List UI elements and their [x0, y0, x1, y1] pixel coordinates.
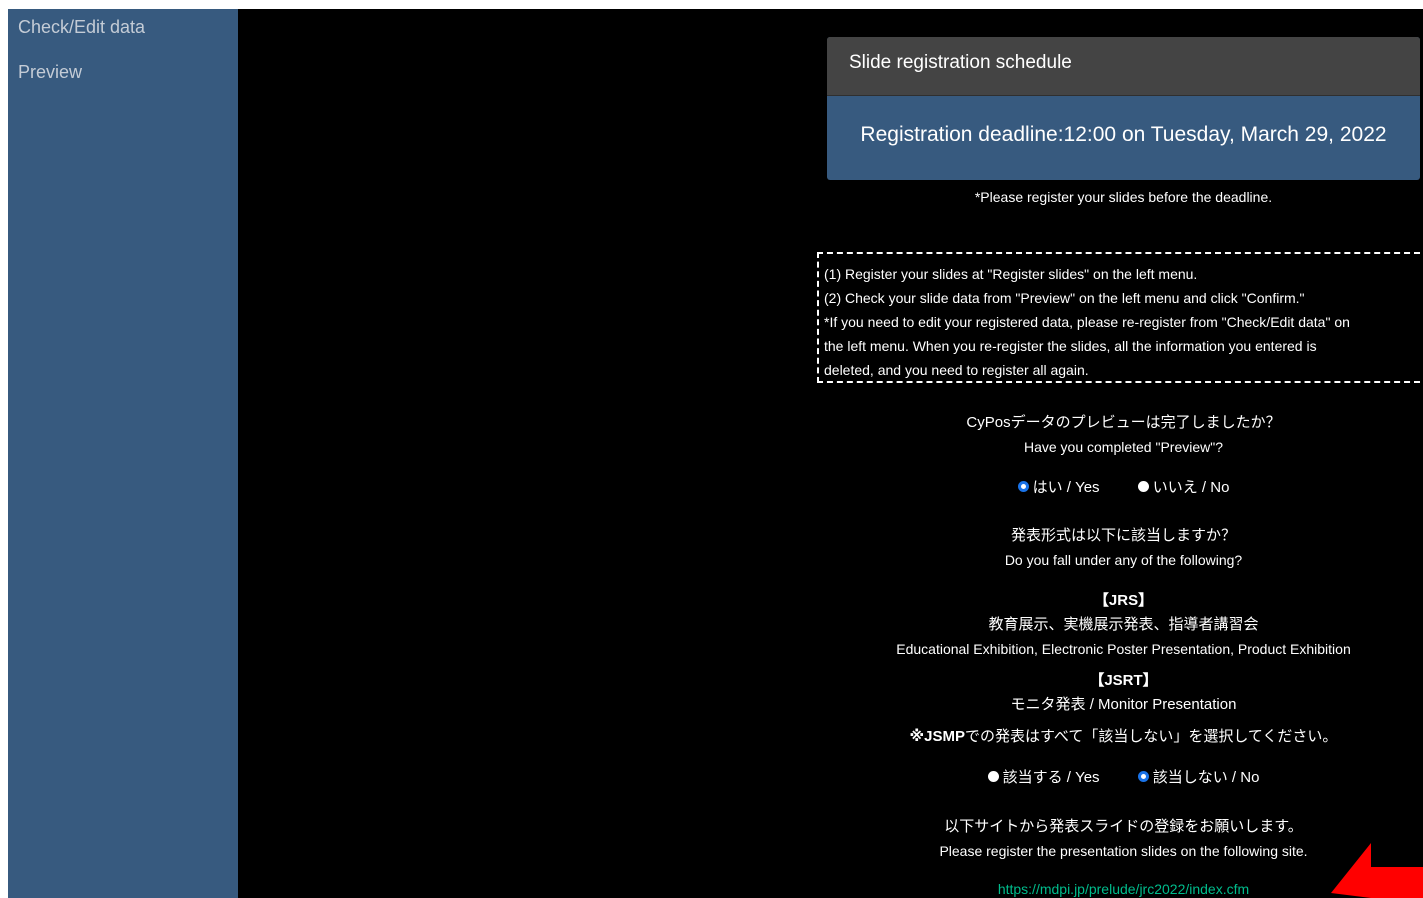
- format-question-en: Do you fall under any of the following?: [1004, 552, 1243, 568]
- jrs-heading: 【JRS】: [1093, 592, 1154, 609]
- sidebar: Check/Edit data Preview: [8, 9, 238, 898]
- format-no-radio[interactable]: 該当しない / No: [1137, 766, 1260, 787]
- instructions-box: (1) Register your slides at "Register sl…: [817, 252, 1420, 383]
- radio-unchecked-icon: [987, 771, 999, 782]
- instruction-line: deleted, and you need to register all ag…: [824, 362, 1089, 378]
- radio-checked-icon: [1137, 771, 1149, 782]
- format-question-jp: 発表形式は以下に該当しますか？: [1010, 527, 1236, 544]
- preview-radio-group: はい / Yes いいえ / No: [827, 476, 1420, 497]
- jrs-en: Educational Exhibition, Electronic Poste…: [896, 641, 1351, 657]
- format-categories: 【JRS】 教育展示、実機展示発表、指導者講習会 Educational Exh…: [827, 589, 1420, 749]
- radio-label: 該当する / Yes: [1002, 769, 1100, 786]
- instruction-line: (2) Check your slide data from "Preview"…: [824, 290, 1305, 306]
- instruction-line: *If you need to edit your registered dat…: [824, 314, 1350, 330]
- preview-question-en: Have you completed "Preview"?: [1023, 439, 1224, 455]
- instruction-line: the left menu. When you re-register the …: [824, 338, 1317, 354]
- sidebar-item-check-edit-data[interactable]: Check/Edit data: [8, 17, 238, 38]
- jsrt-heading: 【JSRT】: [1089, 672, 1158, 689]
- jsrt-text: モニタ発表 / Monitor Presentation: [1010, 696, 1237, 713]
- instruction-line: (1) Register your slides at "Register sl…: [824, 266, 1198, 282]
- jsmp-rest: での発表はすべて「該当しない」を選択してください。: [964, 728, 1338, 745]
- jrs-jp: 教育展示、実機展示発表、指導者講習会: [988, 616, 1259, 633]
- arrow-shape: [1331, 843, 1423, 898]
- main-content: Slide registration schedule Registration…: [238, 9, 1423, 898]
- red-arrow-icon: [1331, 843, 1423, 898]
- format-radio-group: 該当する / Yes 該当しない / No: [827, 766, 1420, 787]
- sidebar-item-preview[interactable]: Preview: [8, 62, 238, 83]
- jsmp-note: ※JSMPでの発表はすべて「該当しない」を選択してください。: [827, 725, 1420, 749]
- radio-label: はい / Yes: [1032, 479, 1100, 496]
- preview-no-radio[interactable]: いいえ / No: [1137, 476, 1230, 497]
- preview-yes-radio[interactable]: はい / Yes: [1017, 476, 1100, 497]
- jsmp-bold: ※JSMP: [909, 728, 965, 745]
- schedule-card: Slide registration schedule Registration…: [827, 37, 1420, 180]
- radio-label: 該当しない / No: [1152, 769, 1260, 786]
- format-question: 発表形式は以下に該当しますか？ Do you fall under any of…: [827, 524, 1420, 572]
- radio-checked-icon: [1017, 481, 1029, 492]
- preview-question: CyPosデータのプレビューは完了しましたか？ Have you complet…: [827, 411, 1420, 459]
- radio-unchecked-icon: [1137, 481, 1149, 492]
- registration-deadline: Registration deadline:12:00 on Tuesday, …: [860, 123, 1387, 146]
- format-yes-radio[interactable]: 該当する / Yes: [987, 766, 1100, 787]
- schedule-card-title: Slide registration schedule: [827, 37, 1420, 96]
- preview-question-jp: CyPosデータのプレビューは完了しましたか？: [966, 414, 1281, 431]
- radio-label: いいえ / No: [1152, 479, 1230, 496]
- register-jp: 以下サイトから発表スライドの登録をお願いします。: [944, 818, 1303, 835]
- deadline-note: *Please register your slides before the …: [974, 189, 1273, 205]
- app-frame: Check/Edit data Preview Slide registrati…: [8, 9, 1423, 898]
